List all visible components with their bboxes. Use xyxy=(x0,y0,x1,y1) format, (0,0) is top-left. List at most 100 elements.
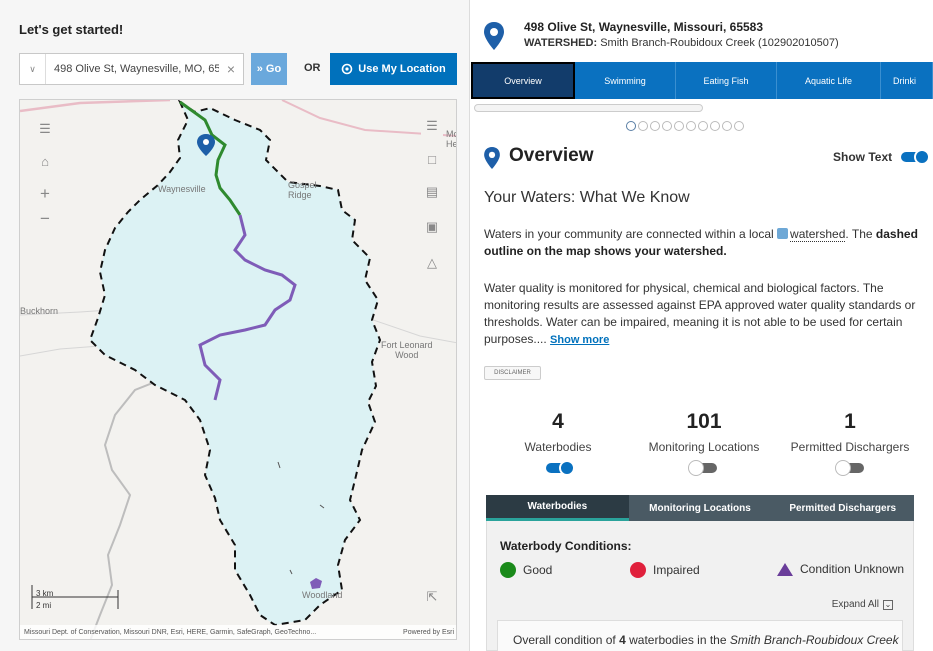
pager-dot[interactable] xyxy=(698,121,708,131)
tab-eating-fish[interactable]: Eating Fish xyxy=(676,62,777,99)
subtab-waterbodies[interactable]: Waterbodies xyxy=(486,495,629,521)
map-label-fort-leonard-wood: Fort Leonard Wood xyxy=(381,340,433,360)
map-label-gospel: Gospel xyxy=(288,180,317,190)
scale-label: 3 km 2 mi xyxy=(32,589,53,610)
map-label-woodland: Woodland xyxy=(302,590,343,600)
double-chevron-icon: » xyxy=(256,63,263,75)
stat-waterbodies: 4 Waterbodies xyxy=(488,410,628,454)
legend-good-label: Good xyxy=(523,563,553,577)
watershed-label: WATERSHED: xyxy=(524,37,598,49)
river-line xyxy=(89,378,211,639)
info-panel: 498 Olive St, Waynesville, Missouri, 655… xyxy=(471,0,933,651)
expand-all-label: Expand All xyxy=(831,599,879,610)
overall-condition-row[interactable]: Overall condition of 4 waterbodies in th… xyxy=(497,620,903,651)
tab-overview[interactable]: Overview xyxy=(471,62,575,99)
expand-icon: ⌄ xyxy=(883,599,893,610)
tab-swimming[interactable]: Swimming xyxy=(575,62,676,99)
legend-unknown: Condition Unknown xyxy=(777,562,904,576)
p1-post-text: . The xyxy=(845,227,873,241)
watershed-glossary-link[interactable]: watershed xyxy=(790,227,846,242)
legend-list-icon[interactable]: ☰ xyxy=(34,118,56,140)
p2-text: Water quality is monitored for physical,… xyxy=(484,281,916,346)
expand-map-icon[interactable]: ⇱ xyxy=(421,586,443,608)
tabs-scrollbar[interactable] xyxy=(474,104,703,112)
show-text-label: Show Text xyxy=(833,150,893,164)
pager-dot[interactable] xyxy=(722,121,732,131)
map-label-mc1: Mc xyxy=(446,129,457,139)
road-line xyxy=(20,100,171,113)
search-heading: Let's get started! xyxy=(19,22,124,37)
expand-all-button[interactable]: Expand All ⌄ xyxy=(832,599,893,610)
map-label-waynesville: Waynesville xyxy=(158,184,206,194)
conditions-title: Waterbody Conditions: xyxy=(500,539,632,553)
tab-aquatic-life[interactable]: Aquatic Life xyxy=(777,62,881,99)
map-label-mc: Mc He xyxy=(446,129,457,149)
measure-icon[interactable]: △ xyxy=(421,252,443,274)
use-my-location-button[interactable]: Use My Location xyxy=(330,53,457,85)
good-circle-icon xyxy=(500,562,516,578)
map-label-wood: Wood xyxy=(395,350,419,360)
legend-unknown-label: Condition Unknown xyxy=(800,562,905,576)
attribution-text: Missouri Dept. of Conservation, Missouri… xyxy=(24,628,317,636)
powered-by-text[interactable]: Powered by Esri xyxy=(403,629,454,636)
legend-impaired: Impaired xyxy=(630,562,700,578)
subtab-monitoring-locations[interactable]: Monitoring Locations xyxy=(629,495,772,521)
print-icon[interactable]: ▣ xyxy=(421,216,443,238)
stat-value: 1 xyxy=(844,410,856,433)
overall-name: Smith Branch-Roubidoux Creek xyxy=(729,633,899,647)
overall-count: 4 xyxy=(619,633,626,647)
watershed-map[interactable]: ☰ ⌂ + − ☰ □ ▤ ▣ △ ⇱ Waynesville Gospel R… xyxy=(19,99,457,640)
stat-label: Monitoring Locations xyxy=(648,440,760,454)
or-label: OR xyxy=(304,62,321,74)
pager-dot[interactable] xyxy=(686,121,696,131)
clear-icon[interactable]: × xyxy=(219,61,243,77)
pager-dot[interactable] xyxy=(626,121,636,131)
layers-icon[interactable]: ☰ xyxy=(421,115,443,137)
overall-pre: Overall condition of xyxy=(513,633,616,647)
stat-value: 101 xyxy=(686,410,722,433)
tab-drinking[interactable]: Drinki xyxy=(881,62,933,99)
glossary-icon[interactable] xyxy=(777,228,789,239)
zoom-in-icon[interactable]: + xyxy=(34,183,56,205)
pager-dot[interactable] xyxy=(638,121,648,131)
basemap-icon[interactable]: ▤ xyxy=(421,181,443,203)
monitoring-locations-toggle[interactable] xyxy=(688,460,717,476)
map-label-ridge: Ridge xyxy=(288,190,312,200)
road-line xyxy=(20,345,101,357)
home-icon[interactable]: ⌂ xyxy=(34,150,56,172)
monitoring-paragraph: Water quality is monitored for physical,… xyxy=(484,280,930,349)
address-search-box[interactable]: ∨ 498 Olive St, Waynesville, MO, 65 × xyxy=(19,53,244,85)
map-canvas[interactable] xyxy=(20,100,457,640)
disclaimer-button[interactable]: DISCLAIMER xyxy=(484,366,541,380)
map-label-gospel-ridge: Gospel Ridge xyxy=(288,180,317,200)
show-text-toggle[interactable] xyxy=(901,149,930,165)
zoom-out-icon[interactable]: − xyxy=(34,208,56,230)
go-button[interactable]: » Go xyxy=(251,53,287,85)
permitted-dischargers-toggle[interactable] xyxy=(835,460,864,476)
subtab-permitted-dischargers[interactable]: Permitted Dischargers xyxy=(771,495,914,521)
impaired-circle-icon xyxy=(630,562,646,578)
location-pin-icon xyxy=(484,22,504,50)
pager-dot[interactable] xyxy=(710,121,720,131)
show-more-link[interactable]: Show more xyxy=(550,334,609,346)
pager-dot[interactable] xyxy=(674,121,684,131)
fullscreen-extent-icon[interactable]: □ xyxy=(421,148,443,170)
data-subtabs: Waterbodies Monitoring Locations Permitt… xyxy=(486,495,914,521)
stat-label: Permitted Dischargers xyxy=(790,440,910,454)
address-search-input[interactable]: 498 Olive St, Waynesville, MO, 65 xyxy=(46,63,219,75)
go-button-label: Go xyxy=(265,63,282,75)
overall-mid: waterbodies in the xyxy=(629,633,727,647)
waterbody-conditions-panel: Waterbody Conditions: Good Impaired Cond… xyxy=(486,521,914,651)
scale-mi: 2 mi xyxy=(36,601,52,610)
pager-dot[interactable] xyxy=(650,121,660,131)
stat-monitoring-locations: 101 Monitoring Locations xyxy=(634,410,774,454)
chevron-down-icon[interactable]: ∨ xyxy=(20,54,46,84)
waterbodies-toggle[interactable] xyxy=(546,460,575,476)
watershed-outline xyxy=(88,100,382,627)
unknown-triangle-icon xyxy=(777,562,793,576)
pager-dot[interactable] xyxy=(734,121,744,131)
map-label-mc2: He xyxy=(446,139,457,149)
stat-permitted-dischargers: 1 Permitted Dischargers xyxy=(780,410,920,454)
pager-dot[interactable] xyxy=(662,121,672,131)
p1-text: Waters in your community are connected w… xyxy=(484,227,774,241)
